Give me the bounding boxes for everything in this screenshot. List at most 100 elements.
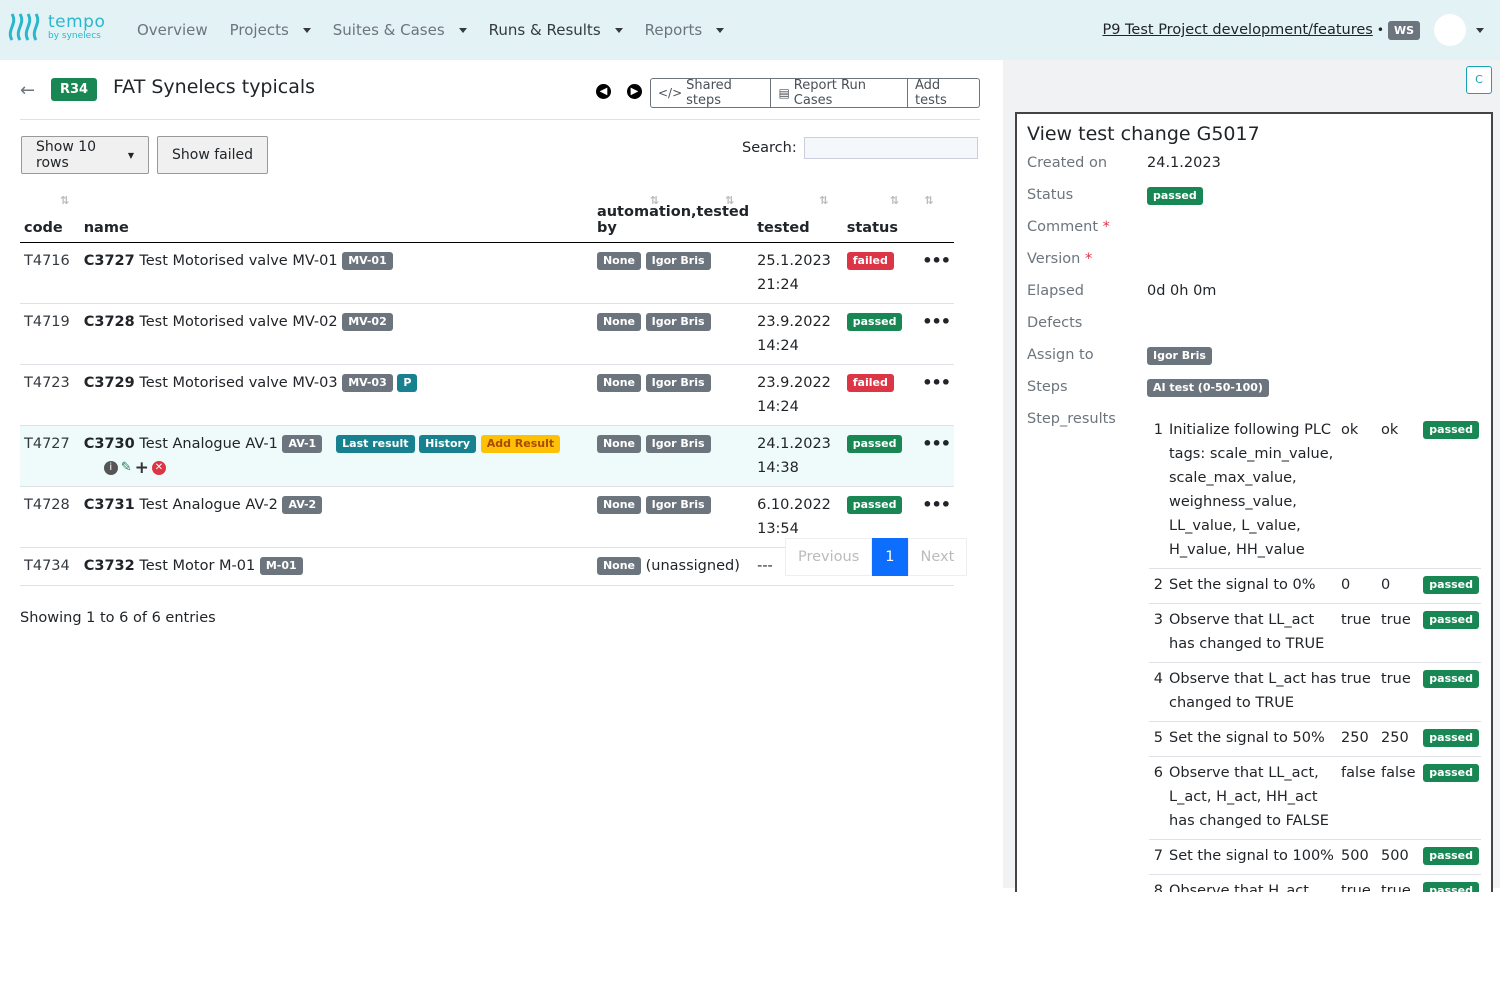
step-expected: false	[1339, 756, 1379, 840]
next-run-icon[interactable]: ▶	[627, 84, 642, 99]
nav-item-suites-cases[interactable]: Suites & Cases	[333, 21, 467, 39]
column-header-actions[interactable]: ⇅	[918, 184, 954, 243]
field-elapsed: Elapsed 0d 0h 0m	[1027, 283, 1217, 299]
chevron-down-icon[interactable]	[1476, 27, 1484, 33]
more-options-icon[interactable]: •••	[922, 434, 951, 453]
step-result-row: 7 Set the signal to 100% 500 500 passed	[1149, 839, 1481, 875]
field-defects: Defects	[1027, 315, 1083, 331]
step-actual: 500	[1379, 839, 1421, 875]
step-status-cell: passed	[1421, 839, 1481, 875]
delete-icon[interactable]: ✕	[151, 460, 166, 475]
history-button[interactable]: History	[419, 434, 477, 453]
more-options-icon[interactable]: •••	[922, 312, 951, 331]
report-run-cases-button[interactable]: ▤ Report Run Cases	[771, 78, 909, 108]
column-header-name[interactable]: ⇅ name	[79, 184, 659, 243]
step-actual: 0	[1379, 568, 1421, 604]
step-result-row: 3 Observe that LL_act has changed to TRUE…	[1149, 603, 1481, 663]
page-1-button[interactable]: 1	[872, 538, 908, 576]
column-header-status[interactable]: ⇅ status	[842, 184, 919, 243]
test-name-cell: C3729 Test Motorised valve MV-03 MV-03 P	[79, 364, 593, 426]
more-options-icon[interactable]: •••	[922, 251, 951, 270]
search-input[interactable]	[804, 137, 978, 159]
shared-steps-button[interactable]: </> Shared steps	[650, 78, 772, 108]
brand-logo[interactable]: tempo by synelecs	[8, 10, 105, 44]
table-row[interactable]: T4723 C3729 Test Motorised valve MV-03 MV…	[20, 364, 954, 426]
document-icon: ▤	[778, 86, 790, 100]
tested-date: 24.1.2023	[757, 435, 831, 452]
status-cell: passed	[842, 425, 919, 487]
step-text: Set the signal to 0%	[1167, 568, 1339, 604]
step-status-badge: passed	[1423, 576, 1479, 594]
nav-item-runs-results[interactable]: Runs & Results	[489, 21, 623, 39]
column-header-tested[interactable]: ⇅ tested	[753, 184, 843, 243]
nav-item-label: Suites & Cases	[332, 21, 445, 39]
table-row[interactable]: T4727 C3730 Test Analogue AV-1 AV-1 Last r…	[20, 425, 954, 487]
info-icon[interactable]: i	[103, 460, 118, 475]
tested-by-text: (unassigned)	[645, 557, 740, 574]
tested-by-badge: Igor Bris	[645, 434, 711, 453]
case-code[interactable]: C3731	[84, 497, 135, 513]
chevron-down-icon	[302, 27, 311, 33]
sort-icon[interactable]: ⇅	[725, 194, 734, 207]
steps-badge: AI test (0-50-100)	[1147, 379, 1269, 397]
user-avatar[interactable]	[1434, 14, 1466, 46]
panel-toggle-button[interactable]: C	[1466, 66, 1492, 94]
show-rows-button[interactable]: Show 10 rows ▼	[21, 136, 149, 174]
nav-item-overview[interactable]: Overview	[137, 21, 208, 39]
previous-page-button[interactable]: Previous	[785, 538, 873, 576]
column-header-automation[interactable]: ⇅ automation,tested by	[592, 184, 754, 243]
previous-run-icon[interactable]: ◀	[596, 84, 611, 99]
pagination: Previous 1 Next	[785, 538, 968, 576]
project-link[interactable]: P9 Test Project development/features	[1102, 22, 1372, 38]
show-failed-button[interactable]: Show failed	[157, 136, 269, 174]
back-arrow-icon[interactable]: ←	[20, 80, 35, 101]
step-actual: true	[1379, 874, 1421, 892]
test-name[interactable]: Test Motorised valve MV-02	[139, 314, 337, 330]
step-number: 1	[1149, 414, 1167, 569]
code-icon: </>	[658, 86, 683, 100]
step-expected: 500	[1339, 839, 1379, 875]
nav-item-reports[interactable]: Reports	[645, 21, 725, 39]
test-name[interactable]: Test Analogue AV-1	[139, 436, 278, 452]
case-code[interactable]: C3727	[84, 253, 135, 269]
sort-icon[interactable]: ⇅	[924, 194, 933, 207]
case-code[interactable]: C3732	[84, 558, 135, 574]
field-created-on: Created on 24.1.2023	[1027, 155, 1221, 171]
add-result-button[interactable]: Add Result	[480, 434, 561, 453]
step-expected: true	[1339, 662, 1379, 722]
workspace-badge[interactable]: WS	[1387, 20, 1420, 40]
case-code[interactable]: C3728	[84, 314, 135, 330]
tag-badge: M-01	[259, 556, 303, 575]
case-code[interactable]: C3729	[84, 375, 135, 391]
test-code: T4734	[20, 547, 80, 586]
more-options-icon[interactable]: •••	[922, 373, 951, 392]
last-result-button[interactable]: Last result	[336, 434, 415, 453]
next-page-button[interactable]: Next	[907, 538, 968, 576]
tag-badge: MV-01	[342, 251, 393, 270]
automation-cell: None Igor Bris	[592, 486, 754, 548]
sort-icon[interactable]: ⇅	[819, 194, 828, 207]
add-tests-button[interactable]: Add tests	[908, 78, 980, 108]
test-name[interactable]: Test Motorised valve MV-01	[139, 253, 337, 269]
elapsed-value: 0d 0h 0m	[1147, 283, 1217, 299]
nav-item-projects[interactable]: Projects	[230, 21, 311, 39]
case-code[interactable]: C3730	[84, 436, 135, 452]
status-badge: passed	[846, 495, 903, 514]
step-expected: ok	[1339, 414, 1379, 569]
table-row[interactable]: T4716 C3727 Test Motorised valve MV-01 MV…	[20, 242, 954, 304]
plus-icon[interactable]: +	[135, 456, 149, 480]
test-name[interactable]: Test Motor M-01	[139, 558, 255, 574]
sort-icon[interactable]: ⇅	[890, 194, 899, 207]
test-name[interactable]: Test Motorised valve MV-03	[139, 375, 337, 391]
step-status-cell: passed	[1421, 721, 1481, 757]
more-options-icon[interactable]: •••	[922, 495, 951, 514]
nav-item-label: Reports	[644, 21, 703, 39]
sort-icon[interactable]: ⇅	[60, 194, 69, 207]
test-name[interactable]: Test Analogue AV-2	[139, 497, 278, 513]
column-header-code[interactable]: ⇅ code	[20, 184, 80, 243]
automation-badge: None	[596, 495, 642, 514]
edit-icon[interactable]: ✎	[121, 456, 132, 480]
table-row[interactable]: T4719 C3728 Test Motorised valve MV-02 MV…	[20, 303, 954, 365]
automation-badge: None	[596, 373, 642, 392]
step-actual: false	[1379, 756, 1421, 840]
